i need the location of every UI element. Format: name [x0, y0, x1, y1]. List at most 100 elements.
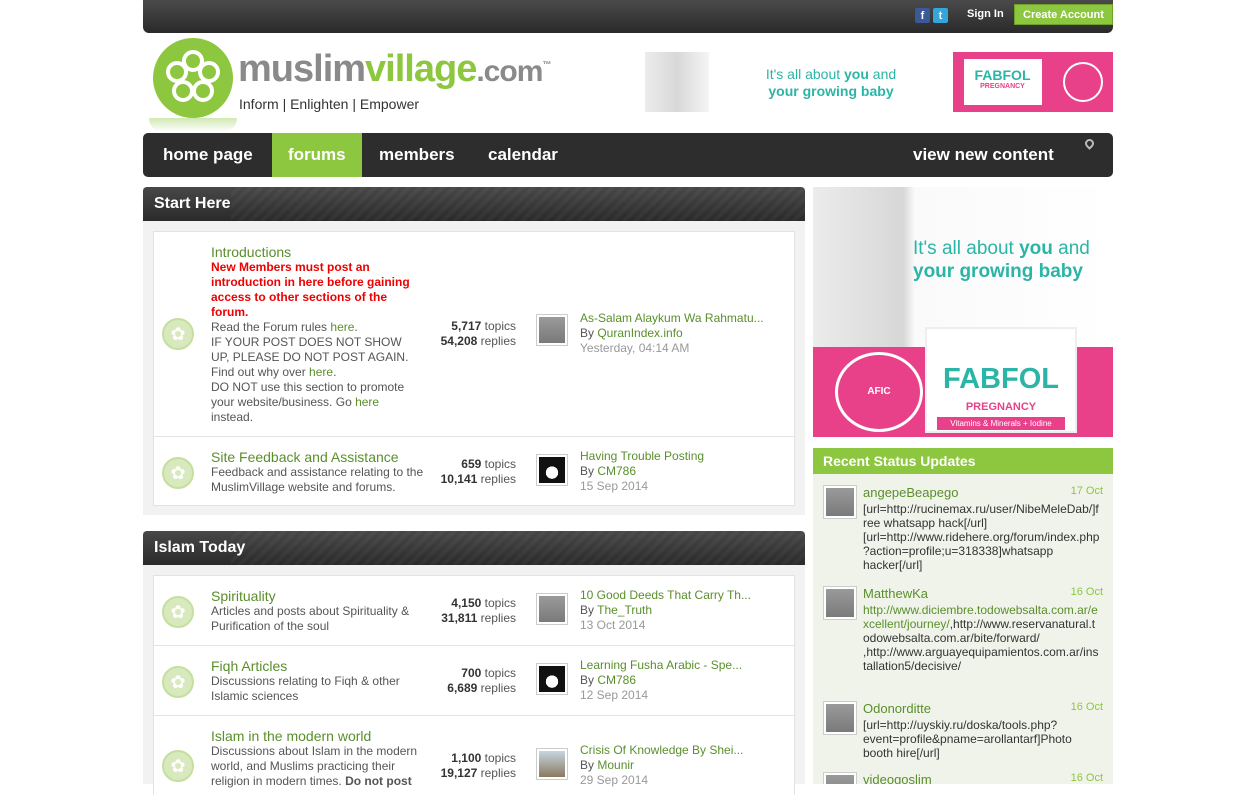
forum-title-link[interactable]: Spirituality [211, 588, 423, 604]
topic-count: 1,100 [451, 751, 482, 765]
avatar[interactable] [823, 701, 857, 735]
topic-count: 700 [461, 666, 482, 680]
avatar[interactable] [536, 454, 568, 486]
twitter-icon[interactable]: t [933, 8, 948, 23]
reply-count: 19,127 [440, 766, 478, 780]
section-title[interactable]: Start Here [143, 187, 805, 221]
last-post-author-link[interactable]: QuranIndex.info [597, 326, 682, 340]
nav-forums[interactable]: forums [272, 133, 362, 177]
forum-title-link[interactable]: Introductions [211, 244, 423, 260]
banner-line1c: and [868, 66, 897, 82]
forum-info: Spirituality Articles and posts about Sp… [211, 588, 423, 634]
create-account-button[interactable]: Create Account [1014, 4, 1113, 25]
banner-product-name: PREGNANCY [980, 83, 1025, 90]
main-nav: home page forums members calendar view n… [143, 133, 1113, 177]
forum-stats: 1,100 topics 19,127 replies [424, 751, 516, 781]
forum-title-link[interactable]: Islam in the modern world [211, 728, 423, 744]
forum-list: Introductions New Members must post an i… [153, 231, 795, 506]
status-user-link[interactable]: MatthewKa [863, 586, 928, 601]
nav-view-new-content[interactable]: view new content [897, 133, 1070, 177]
last-post-date: 29 Sep 2014 [580, 773, 649, 787]
status-user-link[interactable]: angepeBeapego [863, 485, 958, 500]
last-post-author-link[interactable]: The_Truth [597, 603, 652, 617]
forum-rules-link[interactable]: here [330, 320, 354, 334]
last-post-title-link[interactable]: Having Trouble Posting [580, 449, 704, 463]
avatar[interactable] [536, 663, 568, 695]
forum-info: Introductions New Members must post an i… [211, 244, 423, 425]
last-post: 10 Good Deeds That Carry Th... By The_Tr… [580, 588, 800, 633]
forum-read-icon [162, 750, 194, 782]
sidebar-ad[interactable]: It's all about you and your growing baby… [813, 187, 1113, 437]
replies-label: replies [480, 766, 516, 780]
banner-photo [645, 52, 709, 112]
forum-description: Feedback and assistance relating to the … [211, 465, 424, 494]
avatar[interactable] [823, 485, 857, 519]
avatar[interactable] [536, 314, 568, 346]
header-banner-ad[interactable]: It's all about you and your growing baby… [645, 52, 1113, 112]
forum-read-icon [162, 596, 194, 628]
avatar[interactable] [536, 593, 568, 625]
last-post-date: 15 Sep 2014 [580, 479, 649, 493]
avatar[interactable] [823, 772, 857, 784]
forum-title-link[interactable]: Fiqh Articles [211, 658, 423, 674]
sign-in-link[interactable]: Sign In [967, 8, 1004, 20]
last-post: Learning Fusha Arabic - Spe... By CM786 … [580, 658, 800, 703]
reply-count: 54,208 [440, 334, 478, 348]
section-title[interactable]: Islam Today [143, 531, 805, 565]
ad-seal-icon: AFIC [835, 352, 923, 432]
forum-row: Spirituality Articles and posts about Sp… [154, 576, 794, 646]
nav-members[interactable]: members [363, 133, 471, 177]
nav-calendar[interactable]: calendar [472, 133, 574, 177]
last-post-title-link[interactable]: Crisis Of Knowledge By Shei... [580, 743, 743, 757]
logo-icon[interactable] [149, 38, 237, 132]
status-date: 16 Oct [1070, 701, 1103, 713]
last-post-author-link[interactable]: Mounir [597, 758, 634, 772]
status-user-link[interactable]: videogoslim [863, 772, 932, 784]
last-post-title-link[interactable]: As-Salam Alaykum Wa Rahmatu... [580, 311, 764, 325]
reply-count: 31,811 [441, 611, 478, 625]
replies-label: replies [480, 334, 516, 348]
section-start-here: Start Here Introductions New Members mus… [143, 187, 805, 515]
logo-text[interactable]: muslimvillage.com™ [238, 48, 551, 91]
forum-stats: 700 topics 6,689 replies [424, 666, 516, 696]
nav-home-page[interactable]: home page [147, 133, 269, 177]
last-post-title-link[interactable]: 10 Good Deeds That Carry Th... [580, 588, 751, 602]
ad-line1b: you [1019, 238, 1053, 259]
ad-line1a: It's all about [913, 238, 1020, 259]
find-out-link[interactable]: here [309, 365, 333, 379]
forum-title-link[interactable]: Site Feedback and Assistance [211, 449, 423, 465]
logo-tm: ™ [542, 59, 551, 70]
last-post-author-link[interactable]: CM786 [597, 464, 636, 478]
banner-line1b: you [844, 66, 869, 82]
forum-info: Site Feedback and Assistance Feedback an… [211, 449, 423, 495]
last-post-author-link[interactable]: CM786 [597, 673, 636, 687]
forum-description: New Members must post an introduction in… [211, 260, 423, 425]
forum-stats: 659 topics 10,141 replies [424, 457, 516, 487]
ad-line1c: and [1052, 238, 1090, 259]
ad-product: PREGNANCY [965, 401, 1037, 413]
ad-line2: your growing baby [913, 261, 1083, 282]
last-post-title-link[interactable]: Learning Fusha Arabic - Spe... [580, 658, 742, 672]
forum-description: Discussions about Islam in the modern wo… [211, 744, 423, 789]
recent-status-updates: Recent Status Updates angepeBeapego 17 O… [813, 448, 1113, 784]
desc-text-3-end: instead. [211, 410, 254, 424]
avatar[interactable] [823, 586, 857, 620]
promote-here-link[interactable]: here [355, 395, 379, 409]
tagline: Inform | Enlighten | Empower [239, 96, 420, 112]
facebook-icon[interactable]: f [915, 8, 930, 23]
status-user-link[interactable]: Odonorditte [863, 701, 931, 716]
replies-label: replies [480, 472, 516, 486]
forum-row: Site Feedback and Assistance Feedback an… [154, 437, 794, 505]
status-date: 16 Oct [1070, 772, 1103, 784]
site-header: muslimvillage.com™ Inform | Enlighten | … [143, 34, 1113, 132]
forum-read-icon [162, 457, 194, 489]
ad-brand: FABFOL [943, 363, 1059, 395]
forum-description: Articles and posts about Spirituality & … [211, 604, 410, 633]
forum-row: Islam in the modern world Discussions ab… [154, 716, 794, 796]
topics-label: topics [484, 751, 516, 765]
status-date: 17 Oct [1070, 485, 1103, 497]
location-pin-icon[interactable] [1083, 137, 1096, 150]
ad-vitamins: Vitamins & Minerals + Iodine [937, 417, 1065, 430]
avatar[interactable] [536, 748, 568, 780]
forum-description: Discussions relating to Fiqh & other Isl… [211, 674, 400, 703]
